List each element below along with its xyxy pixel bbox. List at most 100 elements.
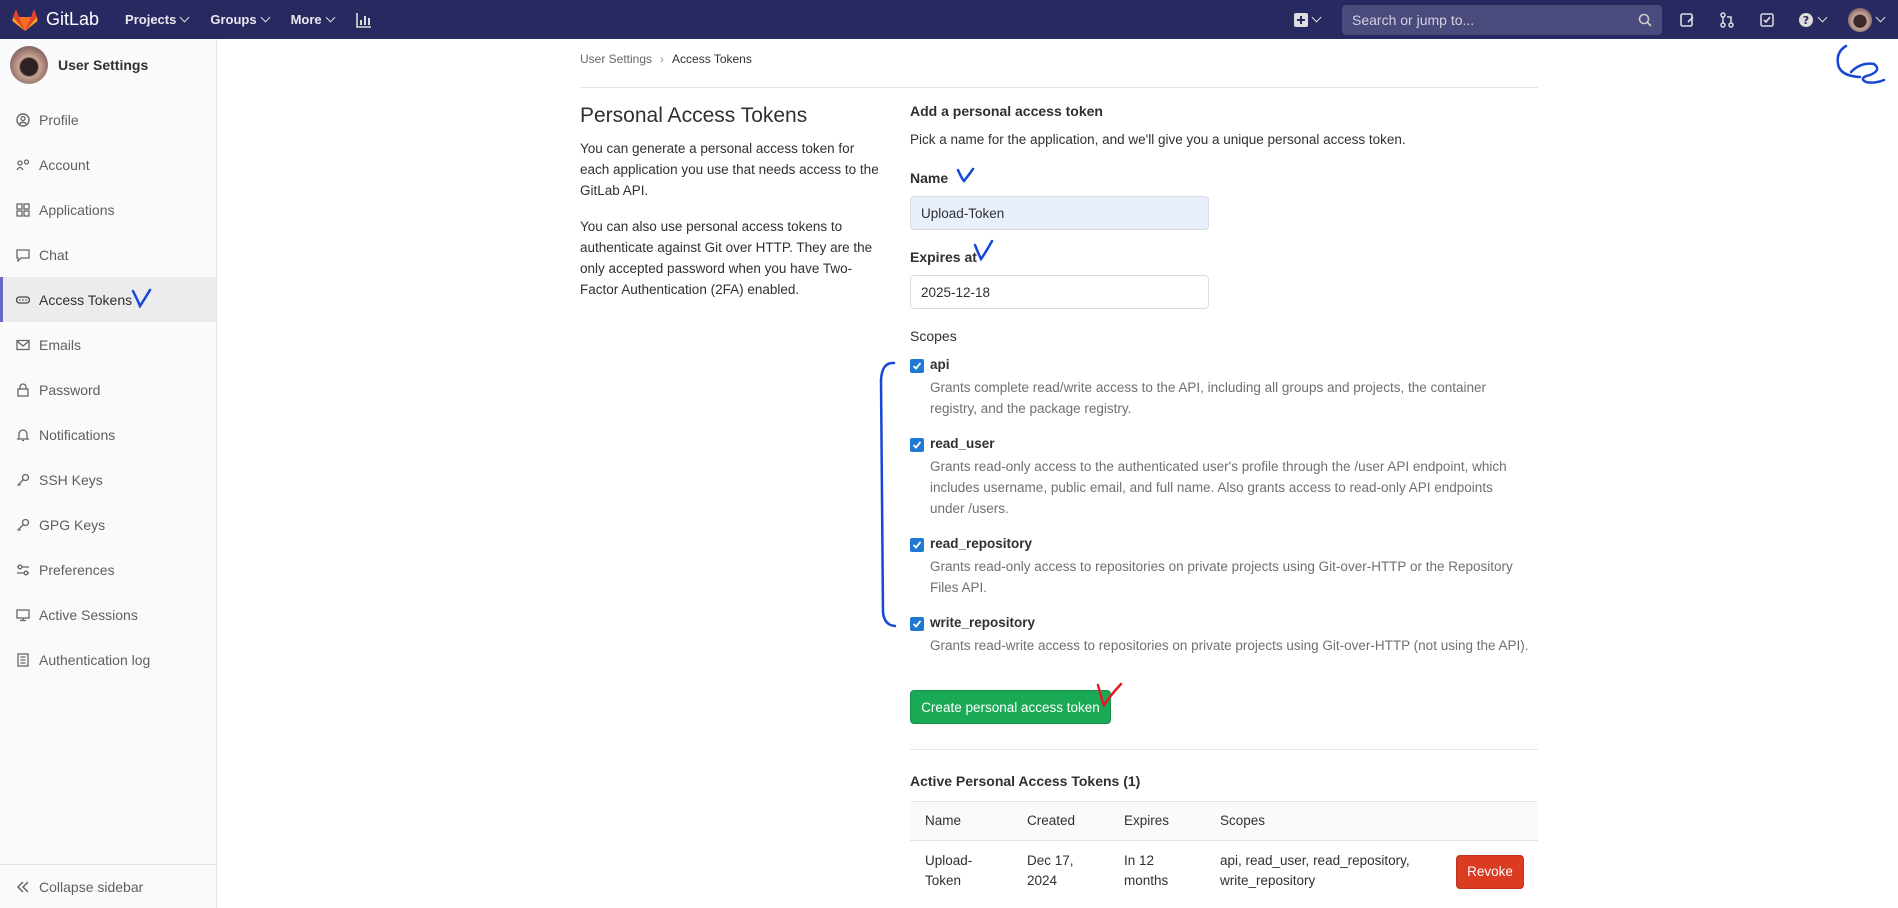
bell-icon — [15, 427, 31, 443]
sidebar-header[interactable]: User Settings — [0, 39, 216, 91]
sidebar-item-applications[interactable]: Applications — [0, 187, 216, 232]
scope-read-user-checkbox[interactable] — [910, 438, 924, 452]
active-tokens-title: Active Personal Access Tokens (1) — [910, 773, 1141, 789]
sidebar-item-label: Access Tokens — [39, 291, 133, 308]
plus-square-icon — [1294, 12, 1308, 27]
nav-groups[interactable]: Groups — [210, 12, 271, 28]
token-name-input[interactable]: Upload-Token — [910, 196, 1209, 230]
breadcrumb-access-tokens[interactable]: Access Tokens — [672, 52, 752, 66]
search-input[interactable]: Search or jump to... — [1342, 4, 1662, 35]
column-header-created: Created — [1027, 813, 1076, 828]
check-icon — [912, 362, 922, 370]
sidebar-item-chat[interactable]: Chat — [0, 232, 216, 277]
scope-name: read_user — [930, 436, 995, 451]
token-icon — [15, 292, 31, 308]
chat-icon — [15, 247, 31, 263]
search-icon — [1638, 13, 1652, 27]
key-icon — [15, 472, 31, 488]
scopes-label: Scopes — [910, 328, 957, 344]
breadcrumb-user-settings[interactable]: User Settings — [580, 52, 652, 66]
revoke-button[interactable]: Revoke — [1456, 855, 1524, 889]
token-created-cell: Dec 17, 2024 — [1027, 853, 1074, 888]
table-row: Upload-Token Dec 17, 2024 In 12 months a… — [910, 841, 1538, 901]
sidebar-item-notifications[interactable]: Notifications — [0, 412, 216, 457]
form-title: Add a personal access token — [910, 103, 1103, 119]
scope-write-repository-checkbox[interactable] — [910, 617, 924, 631]
lock-icon — [15, 382, 31, 398]
expires-label: Expires at — [910, 249, 977, 265]
activity-chart-link[interactable] — [355, 12, 372, 28]
account-icon — [15, 157, 31, 173]
user-menu-dropdown[interactable] — [1846, 7, 1886, 32]
scope-name: api — [930, 357, 950, 372]
issues-link[interactable] — [1676, 9, 1698, 31]
gitlab-tanuki-icon — [12, 8, 38, 31]
todos-link[interactable] — [1756, 9, 1778, 31]
collapse-sidebar-label: Collapse sidebar — [39, 878, 144, 895]
search-placeholder: Search or jump to... — [1352, 11, 1475, 28]
sidebar-item-profile[interactable]: Profile — [0, 97, 216, 142]
chevron-down-icon — [179, 12, 190, 23]
check-icon — [912, 441, 922, 449]
create-token-button[interactable]: Create personal access token — [910, 690, 1111, 724]
help-dropdown[interactable]: ? — [1796, 9, 1828, 31]
top-navbar: GitLab Projects Groups More Search or ju… — [0, 0, 1898, 39]
divider — [910, 749, 1538, 750]
chevron-down-icon — [325, 12, 336, 23]
sidebar-item-access-tokens[interactable]: Access Tokens — [0, 277, 216, 322]
chevron-down-icon — [1875, 12, 1886, 23]
scope-description: Grants read-only access to the authentic… — [930, 459, 1507, 516]
scope-api-checkbox[interactable] — [910, 359, 924, 373]
name-label: Name — [910, 170, 949, 186]
log-icon — [15, 652, 31, 668]
intro-section: Personal Access Tokens You can generate … — [580, 104, 880, 315]
intro-paragraph-2: You can also use personal access tokens … — [580, 219, 873, 297]
page-title: Personal Access Tokens — [580, 104, 808, 127]
sidebar-item-preferences[interactable]: Preferences — [0, 547, 216, 592]
sidebar-item-label: GPG Keys — [39, 516, 106, 533]
new-item-dropdown[interactable] — [1290, 9, 1324, 31]
intro-paragraph-1: You can generate a personal access token… — [580, 141, 879, 198]
token-scopes-cell: api, read_user, read_repository, write_r… — [1220, 853, 1410, 888]
settings-sidebar: User Settings Profile Account Applicatio… — [0, 39, 217, 908]
nav-groups-label: Groups — [210, 12, 257, 27]
sidebar-item-label: Emails — [39, 336, 82, 353]
user-avatar — [10, 46, 48, 84]
breadcrumb: User Settings › Access Tokens — [580, 52, 1538, 88]
merge-request-icon — [1720, 11, 1734, 28]
sidebar-item-label: Chat — [39, 246, 69, 263]
nav-more[interactable]: More — [291, 12, 336, 28]
chevron-down-icon — [1817, 12, 1828, 23]
annotation-arrow-avatar — [1836, 44, 1886, 84]
help-icon: ? — [1799, 12, 1813, 27]
sidebar-item-emails[interactable]: Emails — [0, 322, 216, 367]
monitor-icon — [15, 607, 31, 623]
column-header-name: Name — [925, 813, 962, 828]
nav-projects[interactable]: Projects — [125, 12, 190, 28]
sidebar-item-active-sessions[interactable]: Active Sessions — [0, 592, 216, 637]
gitlab-logo[interactable]: GitLab — [12, 8, 99, 32]
bar-chart-icon — [355, 12, 371, 28]
preferences-icon — [15, 562, 31, 578]
scope-read-repository-checkbox[interactable] — [910, 538, 924, 552]
sidebar-item-gpg-keys[interactable]: GPG Keys — [0, 502, 216, 547]
token-expires-cell: In 12 months — [1124, 853, 1169, 888]
scope-name: write_repository — [930, 615, 1036, 630]
sidebar-title: User Settings — [58, 57, 149, 73]
chevron-down-icon — [260, 12, 271, 23]
scope-description: Grants complete read/write access to the… — [930, 380, 1487, 416]
sidebar-item-password[interactable]: Password — [0, 367, 216, 412]
form-description: Pick a name for the application, and we'… — [910, 132, 1406, 147]
sidebar-item-account[interactable]: Account — [0, 142, 216, 187]
expires-at-input[interactable]: 2025-12-18 — [910, 275, 1209, 309]
sidebar-item-authentication-log[interactable]: Authentication log — [0, 637, 216, 682]
collapse-sidebar-button[interactable]: Collapse sidebar — [0, 864, 216, 908]
sidebar-item-ssh-keys[interactable]: SSH Keys — [0, 457, 216, 502]
sidebar-item-label: Password — [39, 381, 101, 398]
annotation-bracket-scopes — [879, 361, 897, 628]
table-header: Name Created Expires Scopes — [910, 801, 1538, 841]
sidebar-item-label: Account — [39, 156, 90, 173]
check-icon — [912, 620, 922, 628]
issues-icon — [1680, 12, 1694, 27]
merge-requests-link[interactable] — [1716, 9, 1738, 31]
